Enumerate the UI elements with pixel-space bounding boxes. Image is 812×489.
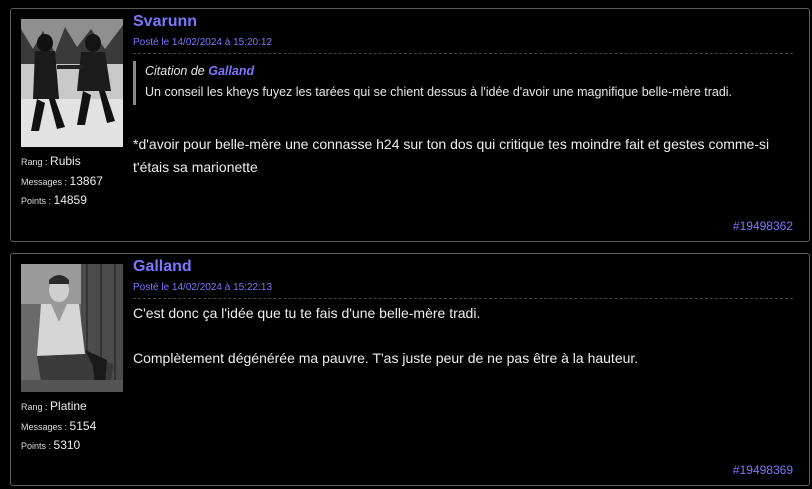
post-date: Posté le 14/02/2024 à 15:20:12 bbox=[133, 37, 273, 48]
stat-rank: Rang : Rubis bbox=[21, 154, 81, 168]
avatar-image bbox=[21, 19, 123, 147]
quote-block: Citation de Galland Un conseil les kheys… bbox=[133, 61, 793, 105]
stat-messages: Messages : 5154 bbox=[21, 418, 97, 433]
stat-rank: Rang : Platine bbox=[21, 399, 87, 413]
message-permalink[interactable]: #19498369 bbox=[733, 463, 793, 477]
divider bbox=[133, 53, 793, 54]
avatar[interactable] bbox=[21, 264, 123, 392]
message-body: *d'avoir pour belle-mère une connasse h2… bbox=[133, 133, 785, 179]
message-body: C'est donc ça l'idée que tu te fais d'un… bbox=[133, 302, 785, 370]
post-date: Posté le 14/02/2024 à 15:22:13 bbox=[133, 282, 273, 293]
quote-header: Citation de Galland bbox=[145, 64, 255, 78]
divider bbox=[133, 298, 793, 299]
post: Rang : Rubis Messages : 13867 Points : 1… bbox=[10, 8, 810, 242]
user-stats: Rang : Platine Messages : 5154 Points : … bbox=[21, 397, 96, 456]
message-paragraph: Complètement dégénérée ma pauvre. T'as j… bbox=[133, 350, 639, 366]
message-paragraph: *d'avoir pour belle-mère une connasse h2… bbox=[133, 136, 770, 175]
quote-author-link[interactable]: Galland bbox=[208, 64, 254, 78]
avatar[interactable] bbox=[21, 19, 123, 147]
author-link[interactable]: Galland bbox=[133, 258, 192, 276]
stat-points: Points : 5310 bbox=[21, 438, 81, 452]
user-stats: Rang : Rubis Messages : 13867 Points : 1… bbox=[21, 152, 103, 211]
quote-text: Un conseil les kheys fuyez les tarées qu… bbox=[145, 85, 733, 99]
post: Rang : Platine Messages : 5154 Points : … bbox=[10, 253, 810, 486]
stat-messages: Messages : 13867 bbox=[21, 173, 103, 188]
stat-points: Points : 14859 bbox=[21, 193, 87, 207]
message-permalink[interactable]: #19498362 bbox=[733, 219, 793, 233]
avatar-image bbox=[21, 264, 123, 392]
message-paragraph: C'est donc ça l'idée que tu te fais d'un… bbox=[133, 305, 481, 321]
author-link[interactable]: Svarunn bbox=[133, 13, 197, 31]
